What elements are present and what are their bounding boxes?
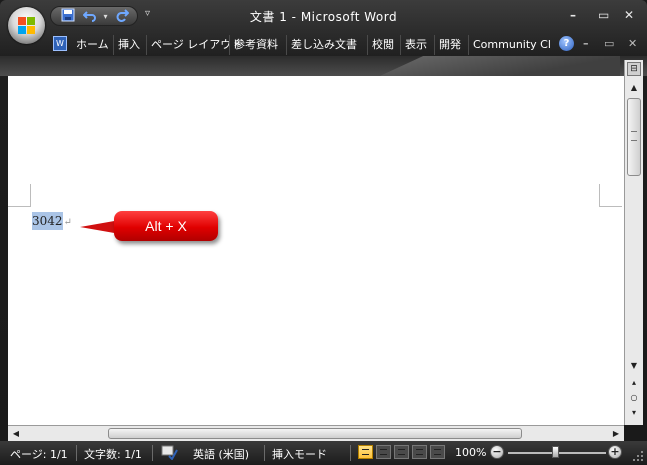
close-button[interactable]: ✕ xyxy=(624,8,634,22)
margin-corner-left xyxy=(8,184,31,207)
vertical-scrollbar[interactable]: ⊟ ▲ ▼ ▴ ○ ▾ xyxy=(624,60,643,425)
resize-grip-icon[interactable] xyxy=(632,450,644,462)
tab-community[interactable]: Community Cl xyxy=(468,35,555,55)
title-bar: ▾ ▿ 文書 1 - Microsoft Word – ▭ ✕ xyxy=(0,0,647,44)
zoom-out-button[interactable]: − xyxy=(490,445,504,459)
full-screen-reading-view-button[interactable] xyxy=(376,445,391,459)
help-icon[interactable]: ? xyxy=(559,36,574,51)
doc-close-button[interactable]: ✕ xyxy=(628,37,637,50)
status-divider xyxy=(264,445,265,461)
zoom-level[interactable]: 100% xyxy=(455,446,486,459)
zoom-in-button[interactable]: + xyxy=(608,445,622,459)
callout-label: Alt + X xyxy=(114,211,218,241)
print-layout-view-button[interactable] xyxy=(358,445,373,459)
minimize-button[interactable]: – xyxy=(570,8,576,22)
status-divider xyxy=(76,445,77,461)
ribbon-strip-shade xyxy=(380,56,620,76)
tab-home[interactable]: ホーム xyxy=(72,35,113,55)
doc-minimize-button[interactable]: – xyxy=(583,37,589,50)
tab-developer[interactable]: 開発 xyxy=(434,35,465,55)
horizontal-scroll-thumb[interactable] xyxy=(108,428,522,439)
scroll-right-icon[interactable]: ▶ xyxy=(608,426,624,441)
ribbon-tab-bar: W ホーム 挿入 ページ レイアウト 参考資料 差し込み文書 校閲 表示 開発 … xyxy=(48,33,647,55)
insert-mode-indicator[interactable]: 挿入モード xyxy=(272,446,327,462)
word-window: ▾ ▿ 文書 1 - Microsoft Word – ▭ ✕ W ホーム 挿入… xyxy=(0,0,647,465)
document-text[interactable]: 3042↵ xyxy=(32,212,72,230)
status-divider xyxy=(152,445,153,461)
paragraph-mark: ↵ xyxy=(63,217,72,228)
ribbon-strip xyxy=(0,56,647,76)
vertical-scroll-thumb[interactable] xyxy=(627,98,641,176)
office-logo-icon xyxy=(18,17,35,34)
horizontal-scrollbar[interactable]: ◀ ▶ xyxy=(8,425,624,441)
scroll-left-icon[interactable]: ◀ xyxy=(8,426,24,441)
scroll-up-icon[interactable]: ▲ xyxy=(625,80,643,96)
office-button[interactable] xyxy=(8,7,45,44)
status-bar: ページ: 1/1 文字数: 1/1 英語 (米国) 挿入モード 100% − + xyxy=(0,441,647,465)
word-document-icon: W xyxy=(53,36,67,51)
zoom-slider-thumb[interactable] xyxy=(552,446,559,458)
word-count[interactable]: 文字数: 1/1 xyxy=(84,446,142,462)
margin-corner-right xyxy=(599,184,622,207)
selected-text[interactable]: 3042 xyxy=(32,212,63,230)
browse-object-icon[interactable]: ○ xyxy=(625,391,643,405)
tab-references[interactable]: 参考資料 xyxy=(229,35,282,55)
maximize-button[interactable]: ▭ xyxy=(598,8,609,22)
window-title: 文書 1 - Microsoft Word xyxy=(249,10,398,24)
doc-restore-button[interactable]: ▭ xyxy=(604,37,614,50)
scroll-down-icon[interactable]: ▼ xyxy=(625,358,643,374)
outline-view-button[interactable] xyxy=(412,445,427,459)
previous-page-icon[interactable]: ▴ xyxy=(625,376,643,390)
tab-insert[interactable]: 挿入 xyxy=(113,35,144,55)
language-indicator[interactable]: 英語 (米国) xyxy=(193,446,249,462)
tab-mailings[interactable]: 差し込み文書 xyxy=(286,35,361,55)
document-page[interactable]: 3042↵ Alt + X xyxy=(8,76,624,425)
tab-review[interactable]: 校閲 xyxy=(367,35,398,55)
next-page-icon[interactable]: ▾ xyxy=(625,406,643,420)
draft-view-button[interactable] xyxy=(430,445,445,459)
callout: Alt + X xyxy=(80,211,220,243)
web-layout-view-button[interactable] xyxy=(394,445,409,459)
tab-view[interactable]: 表示 xyxy=(400,35,431,55)
proofing-icon[interactable] xyxy=(160,444,178,463)
status-divider xyxy=(350,445,351,461)
page-indicator[interactable]: ページ: 1/1 xyxy=(10,446,68,462)
ruler-toggle-icon[interactable]: ⊟ xyxy=(627,62,641,76)
